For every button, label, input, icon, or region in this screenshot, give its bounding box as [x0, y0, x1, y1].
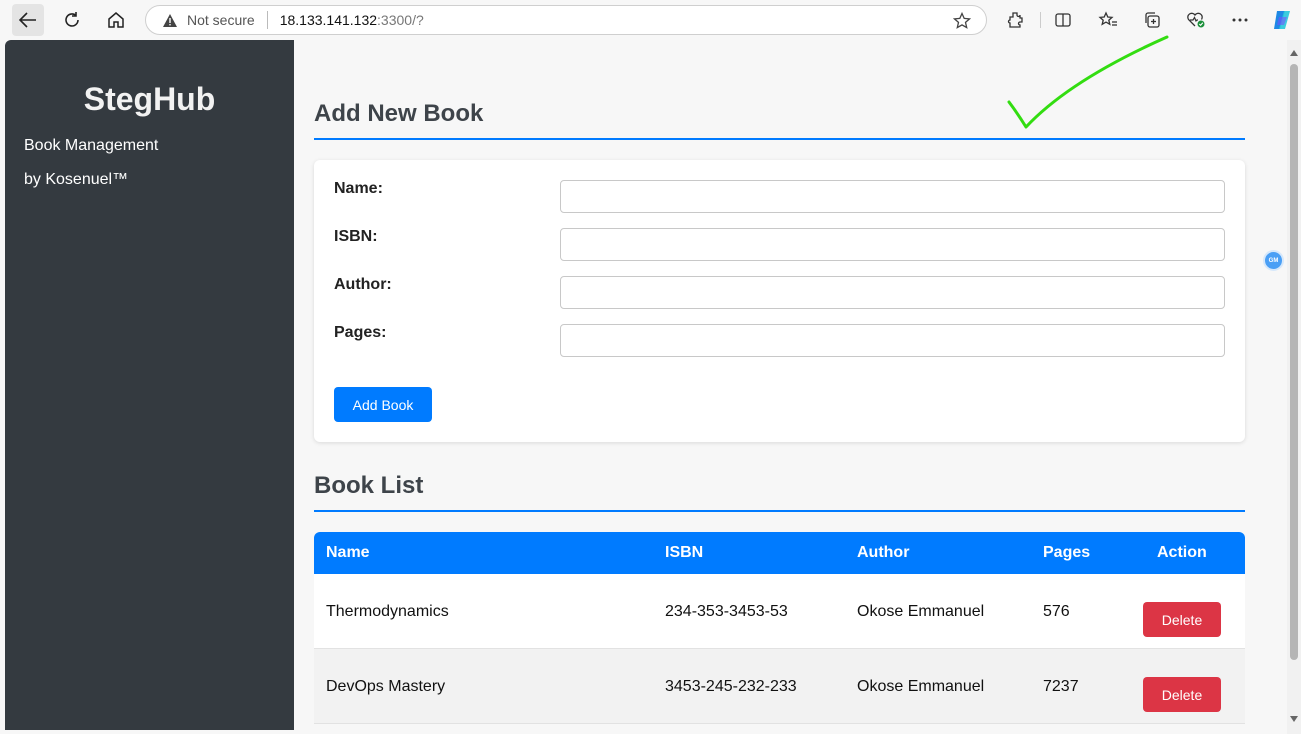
extensions-icon[interactable] — [1003, 8, 1027, 32]
sidebar-subtitle: Book Management — [24, 137, 159, 154]
cell-pages: 576 — [1043, 603, 1070, 620]
header-author: Author — [857, 544, 910, 561]
cell-name: Thermodynamics — [326, 603, 449, 620]
collections-icon[interactable] — [1140, 8, 1164, 32]
table-row: DevOps Mastery 3453-245-232-233 Okose Em… — [314, 649, 1245, 724]
favorites-icon[interactable] — [1096, 8, 1120, 32]
main-content: Add New Book Name: ISBN: Author: Pages: … — [314, 40, 1245, 730]
address-separator — [266, 11, 268, 29]
cell-name: DevOps Mastery — [326, 678, 446, 695]
vertical-scrollbar[interactable] — [1287, 40, 1301, 734]
scrollbar-thumb[interactable] — [1290, 64, 1298, 660]
book-list-heading: Book List — [314, 472, 1245, 512]
reload-button[interactable] — [56, 4, 88, 36]
header-isbn: ISBN — [665, 544, 704, 561]
add-book-form: Name: ISBN: Author: Pages: Add Book — [314, 160, 1245, 442]
not-secure-label[interactable]: Not secure — [187, 12, 255, 28]
name-label: Name: — [334, 180, 383, 197]
pages-label: Pages: — [334, 324, 387, 341]
cell-pages: 7237 — [1043, 678, 1079, 695]
browser-essentials-icon[interactable] — [1184, 8, 1208, 32]
browser-toolbar: Not secure 18.133.141.132 :3300/? — [0, 0, 1301, 40]
header-name: Name — [326, 544, 370, 561]
scroll-up-arrow-icon[interactable] — [1289, 48, 1299, 58]
add-book-button[interactable]: Add Book — [334, 387, 432, 422]
url-host: 18.133.141.132 — [279, 12, 378, 28]
home-icon — [108, 12, 124, 28]
cell-author: Okose Emmanuel — [857, 603, 985, 620]
pages-input[interactable] — [560, 324, 1225, 357]
delete-button[interactable]: Delete — [1143, 677, 1221, 712]
cell-isbn: 234-353-3453-53 — [665, 603, 788, 620]
author-label: Author: — [334, 276, 392, 293]
arrow-left-icon — [19, 12, 36, 28]
cell-author: Okose Emmanuel — [857, 678, 985, 695]
address-bar[interactable]: Not secure 18.133.141.132 :3300/? — [145, 5, 987, 35]
isbn-label: ISBN: — [334, 228, 378, 245]
warning-icon — [161, 11, 179, 29]
add-book-heading: Add New Book — [314, 100, 1245, 140]
split-screen-icon[interactable] — [1051, 8, 1075, 32]
author-input[interactable] — [560, 276, 1225, 309]
sidebar-author: by Kosenuel™ — [24, 171, 129, 188]
header-pages: Pages — [1043, 544, 1091, 561]
gm-extension-badge[interactable]: GM — [1263, 250, 1284, 271]
header-action: Action — [1157, 544, 1207, 561]
home-button[interactable] — [100, 4, 132, 36]
delete-button[interactable]: Delete — [1143, 602, 1221, 637]
toolbar-divider — [1040, 12, 1041, 28]
page-viewport: StegHub Book Management by Kosenuel™ Add… — [5, 40, 1287, 730]
table-header: Name ISBN Author Pages Action — [314, 532, 1245, 574]
more-menu-icon[interactable] — [1228, 8, 1252, 32]
scroll-down-arrow-icon[interactable] — [1289, 714, 1299, 724]
table-row: Thermodynamics 234-353-3453-53 Okose Emm… — [314, 574, 1245, 649]
back-button[interactable] — [12, 4, 44, 36]
sidebar: StegHub Book Management by Kosenuel™ — [5, 40, 294, 730]
url-path: :3300/? — [377, 12, 424, 28]
copilot-icon[interactable] — [1270, 8, 1294, 32]
isbn-input[interactable] — [560, 228, 1225, 261]
reload-icon — [65, 12, 79, 27]
name-input[interactable] — [560, 180, 1225, 213]
favorite-star-icon[interactable] — [952, 11, 972, 31]
book-table: Name ISBN Author Pages Action Thermodyna… — [314, 532, 1245, 724]
brand-title: StegHub — [83, 81, 216, 117]
cell-isbn: 3453-245-232-233 — [665, 678, 797, 695]
